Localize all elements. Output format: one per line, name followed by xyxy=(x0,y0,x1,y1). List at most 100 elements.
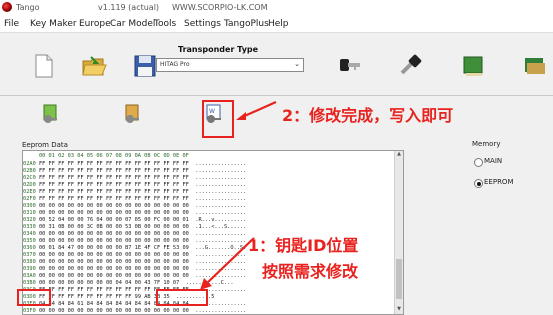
menu-europe[interactable]: Europe xyxy=(79,19,111,29)
hex-row-address: 0350 xyxy=(23,238,36,244)
hex-row-bytes[interactable]: 00 01 84 47 00 00 00 00 00 B7 1E 4F CF F… xyxy=(39,245,189,251)
hex-row[interactable]: 0300 00 00 00 00 00 00 00 00 00 00 00 00… xyxy=(23,203,246,210)
hex-row-address: 0370 xyxy=(23,252,36,258)
hex-row[interactable]: 02E0 FF FF FF FF FF FF FF FF FF FF FF FF… xyxy=(23,189,246,196)
hex-row[interactable]: 02D0 FF FF FF FF FF FF FF FF FF FF FF FF… xyxy=(23,182,246,189)
hex-row-address: 03F0 xyxy=(23,308,36,314)
hex-row[interactable]: 03E0 04 84 84 84 61 84 84 84 84 84 84 84… xyxy=(23,301,246,308)
hex-row-address: 02F0 xyxy=(23,196,36,202)
hex-row-ascii: ................ xyxy=(195,308,247,314)
hex-row-address: 0390 xyxy=(23,266,36,272)
app-version: v1.119 (actual) xyxy=(98,3,160,12)
hex-row-address: 0340 xyxy=(23,231,36,237)
scroll-thumb[interactable] xyxy=(396,259,402,299)
hex-row-bytes[interactable]: 00 00 00 00 00 00 00 00 00 00 00 00 00 0… xyxy=(39,210,189,216)
hex-row-ascii: ................ xyxy=(195,196,247,202)
hex-row-ascii: ................ xyxy=(195,161,247,167)
hex-row-bytes[interactable]: 00 00 00 00 00 00 00 00 00 00 00 00 00 0… xyxy=(39,238,189,244)
hex-scrollbar[interactable]: ▲ ▼ xyxy=(394,151,403,314)
hex-row-ascii: ................ xyxy=(195,182,247,188)
website-url: WWW.SCORPIO-LK.COM xyxy=(172,3,268,12)
hex-row[interactable]: 0320 00 52 04 00 00 76 04 00 00 07 05 00… xyxy=(23,217,246,224)
hex-row-bytes[interactable]: FF FF FF FF FF FF FF FF FF FF FF FF FF F… xyxy=(39,189,189,195)
hex-row-ascii: ................ xyxy=(195,189,247,195)
hex-row[interactable]: 02A0 FF FF FF FF FF FF FF FF FF FF FF FF… xyxy=(23,161,246,168)
menu-file[interactable]: File xyxy=(4,19,19,29)
hex-row[interactable]: 0310 00 00 00 00 00 00 00 00 00 00 00 00… xyxy=(23,210,246,217)
hex-row-bytes[interactable]: 00 52 04 00 00 76 04 00 00 07 05 00 FC 0… xyxy=(39,217,189,223)
hex-row-bytes[interactable]: 00 31 0B 00 00 3C 0B 00 00 53 0B 00 00 0… xyxy=(39,224,189,230)
menu-car-model[interactable]: Car Model xyxy=(110,19,155,29)
hex-row-address: 02A0 xyxy=(23,161,36,167)
radio-eeprom[interactable] xyxy=(474,179,483,188)
book-icon[interactable] xyxy=(460,53,486,79)
write-button-highlight xyxy=(202,100,234,138)
hex-row-bytes[interactable]: FF FF FF FF FF FF FF FF FF FF FF FF FF F… xyxy=(39,196,189,202)
step2-annotation: 2：修改完成，写入即可 xyxy=(282,106,454,125)
save-disk-icon[interactable] xyxy=(132,53,158,79)
step1-arrow-icon xyxy=(200,237,255,290)
open-folder-icon[interactable] xyxy=(81,53,107,79)
hex-row-bytes[interactable]: FF FF FF FF FF FF FF FF FF FF FF FF FF F… xyxy=(39,168,189,174)
hex-row-ascii: .1...<...S...... xyxy=(195,224,247,230)
hex-row-address: 0330 xyxy=(23,224,36,230)
menu-tangoplus[interactable]: TangoPlus xyxy=(224,19,269,29)
key-icon[interactable] xyxy=(336,53,362,79)
transponder-type-label: Transponder Type xyxy=(178,45,259,54)
hex-row-bytes[interactable]: FF FF FF FF FF FF FF FF FF FF FF FF FF F… xyxy=(39,175,189,181)
step1-annotation-line1: 1：钥匙ID位置 xyxy=(248,236,359,255)
hex-row-address: 0310 xyxy=(23,210,36,216)
car-key-icon[interactable] xyxy=(398,53,424,79)
hex-row-bytes[interactable]: 00 00 00 00 00 00 00 00 00 00 00 00 00 0… xyxy=(39,203,189,209)
radio-main-label: MAIN xyxy=(484,157,503,165)
hex-row[interactable]: 02F0 FF FF FF FF FF FF FF FF FF FF FF FF… xyxy=(23,196,246,203)
hex-row-bytes[interactable]: 00 00 00 00 00 00 00 00 00 00 00 00 00 0… xyxy=(39,273,189,279)
chevron-down-icon: ⌄ xyxy=(294,60,300,68)
step1-annotation-line2: 按照需求修改 xyxy=(262,262,359,281)
menu-tools[interactable]: Tools xyxy=(154,19,176,29)
menu-bar: File Key Maker Europe Car Model Tools Se… xyxy=(0,16,553,33)
hex-row[interactable]: 02C0 FF FF FF FF FF FF FF FF FF FF FF FF… xyxy=(23,175,246,182)
hex-row-address: 0320 xyxy=(23,217,36,223)
scroll-up-icon[interactable]: ▲ xyxy=(395,151,403,159)
title-bar: Tango v1.119 (actual) WWW.SCORPIO-LK.COM xyxy=(0,0,553,16)
hex-row[interactable]: 02B0 FF FF FF FF FF FF FF FF FF FF FF FF… xyxy=(23,168,246,175)
hex-row-address: 0300 xyxy=(23,203,36,209)
hex-row-bytes[interactable]: FF FF FF FF FF FF FF FF FF FF FF FF FF F… xyxy=(39,182,189,188)
menu-settings[interactable]: Settings xyxy=(184,19,221,29)
memory-title: Memory xyxy=(472,140,501,148)
hex-row-bytes[interactable]: 00 00 00 00 00 00 00 00 04 04 00 43 7F 1… xyxy=(39,280,179,286)
memory-group: Memory MAIN EEPROM xyxy=(466,138,548,198)
transponder-type-value: HITAG Pro xyxy=(160,61,190,68)
hex-row-bytes[interactable]: 00 00 00 00 00 00 00 00 00 00 00 00 00 0… xyxy=(39,266,189,272)
read-transponder-icon[interactable] xyxy=(40,104,58,124)
hex-row-bytes[interactable]: FF FF FF FF FF FF FF FF FF FF 99 AB 3B 3… xyxy=(39,294,170,300)
hex-row[interactable]: 03F0 00 00 00 00 00 00 00 00 00 00 00 00… xyxy=(23,308,247,314)
radio-main[interactable] xyxy=(474,158,483,167)
menu-key-maker[interactable]: Key Maker xyxy=(30,19,77,29)
hex-row-address: 02B0 xyxy=(23,168,36,174)
hex-row-bytes[interactable]: 00 00 00 00 00 00 00 00 00 00 00 00 00 0… xyxy=(39,231,189,237)
hex-row-address: 03A0 xyxy=(23,273,36,279)
hex-row-bytes[interactable]: FF FF FF FF FF FF FF FF FF FF FF FF FF F… xyxy=(39,161,189,167)
hex-row[interactable]: 0330 00 31 0B 00 00 3C 0B 00 00 53 0B 00… xyxy=(23,224,246,231)
hex-row-address: 0380 xyxy=(23,259,36,265)
write-transponder-icon[interactable] xyxy=(122,104,140,124)
new-file-icon[interactable] xyxy=(30,53,56,79)
app-logo-icon xyxy=(2,2,12,12)
hex-row-bytes[interactable]: 00 00 00 00 00 00 00 00 00 00 00 00 00 0… xyxy=(39,308,189,314)
transponder-type-select[interactable]: HITAG Pro ⌄ xyxy=(156,58,304,72)
hex-row-address: 02E0 xyxy=(23,189,36,195)
toolbar: Transponder Type HITAG Pro ⌄ xyxy=(0,33,553,96)
address-highlight xyxy=(17,289,51,306)
books-icon[interactable] xyxy=(522,53,548,79)
radio-eeprom-label: EEPROM xyxy=(484,178,514,186)
window-title: Tango xyxy=(16,3,40,12)
menu-help[interactable]: Help xyxy=(268,19,289,29)
hex-row-bytes[interactable]: 00 00 00 00 00 00 00 00 00 00 00 00 00 0… xyxy=(39,252,189,258)
hex-row-ascii: ................ xyxy=(195,203,247,209)
hex-row-address: 0360 xyxy=(23,245,36,251)
hex-row-bytes[interactable]: 00 00 00 00 00 00 00 00 00 00 00 00 00 0… xyxy=(39,259,189,265)
hex-row-address: 02D0 xyxy=(23,182,36,188)
hex-row-ascii: ................ xyxy=(195,168,247,174)
